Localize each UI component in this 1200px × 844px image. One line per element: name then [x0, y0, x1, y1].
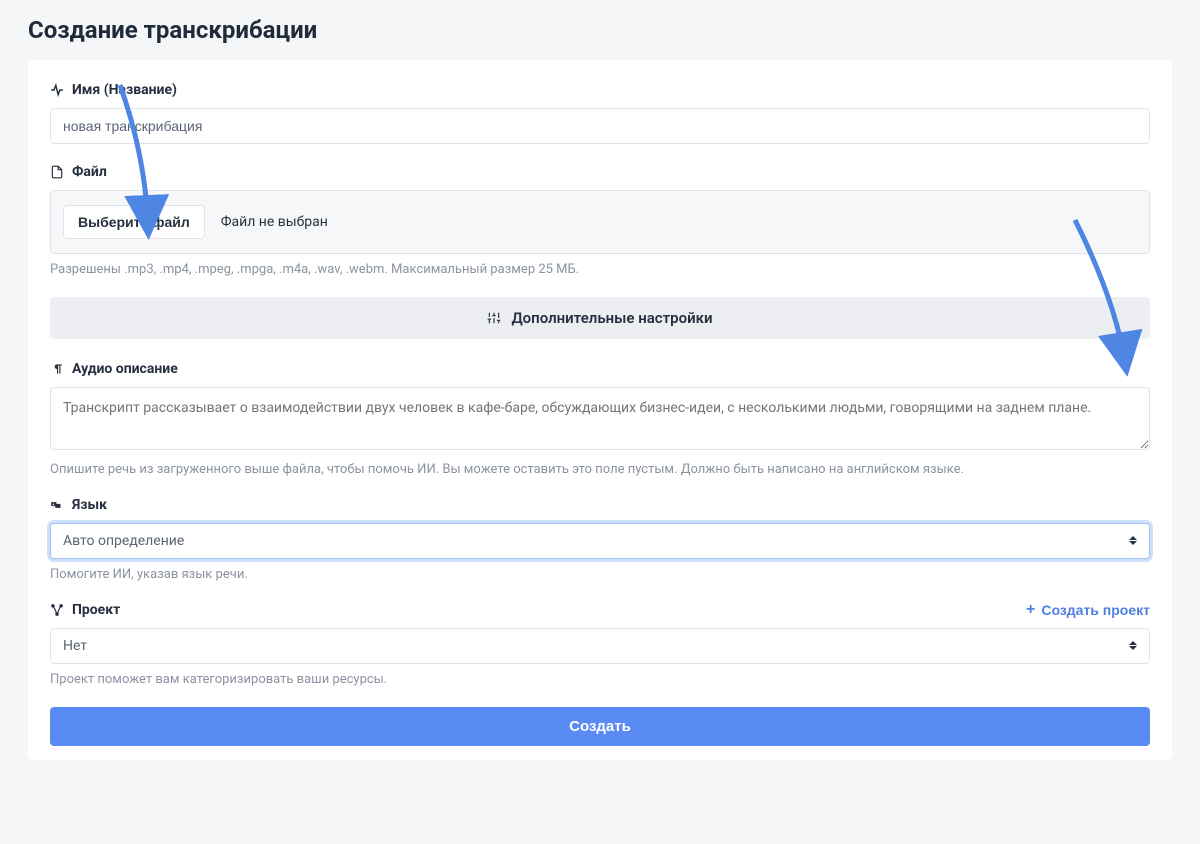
- page-title: Создание транскрибации: [28, 16, 1172, 44]
- svg-text:A: A: [52, 502, 54, 506]
- file-field: Файл Выберите файл Файл не выбран Разреш…: [50, 164, 1150, 277]
- file-status-text: Файл не выбран: [221, 214, 328, 230]
- activity-icon: [50, 83, 64, 97]
- name-label: Имя (Название): [72, 82, 177, 98]
- sliders-icon: [487, 311, 501, 325]
- description-label: Аудио описание: [72, 361, 178, 377]
- choose-file-button[interactable]: Выберите файл: [63, 205, 205, 239]
- form-card: Имя (Название) Файл Выберите файл Файл н…: [28, 60, 1172, 760]
- language-field: A Язык Авто определение Помогите ИИ, ука…: [50, 497, 1150, 582]
- description-field: Аудио описание Опишите речь из загруженн…: [50, 361, 1150, 477]
- paragraph-icon: [50, 362, 64, 376]
- create-project-link-label: Создать проект: [1041, 602, 1150, 618]
- description-hint: Опишите речь из загруженного выше файла,…: [50, 462, 1150, 477]
- language-icon: A: [50, 498, 64, 512]
- advanced-settings-toggle[interactable]: Дополнительные настройки: [50, 297, 1150, 339]
- file-dropzone[interactable]: Выберите файл Файл не выбран: [50, 190, 1150, 254]
- project-field: Проект + Создать проект Нет Проект помож…: [50, 602, 1150, 687]
- plus-icon: +: [1026, 602, 1035, 618]
- create-project-link[interactable]: + Создать проект: [1026, 602, 1150, 618]
- project-hint: Проект поможет вам категоризировать ваши…: [50, 672, 1150, 687]
- project-icon: [50, 603, 64, 617]
- project-select[interactable]: Нет: [50, 628, 1150, 664]
- language-label: Язык: [72, 497, 107, 513]
- file-hint: Разрешены .mp3, .mp4, .mpeg, .mpga, .m4a…: [50, 262, 1150, 277]
- submit-button[interactable]: Создать: [50, 707, 1150, 746]
- language-hint: Помогите ИИ, указав язык речи.: [50, 567, 1150, 582]
- file-icon: [50, 165, 64, 179]
- advanced-settings-label: Дополнительные настройки: [511, 309, 712, 327]
- project-label: Проект: [72, 602, 120, 618]
- description-textarea[interactable]: [50, 387, 1150, 450]
- name-input[interactable]: [50, 108, 1150, 144]
- language-select[interactable]: Авто определение: [50, 523, 1150, 559]
- file-label: Файл: [72, 164, 107, 180]
- name-field: Имя (Название): [50, 82, 1150, 144]
